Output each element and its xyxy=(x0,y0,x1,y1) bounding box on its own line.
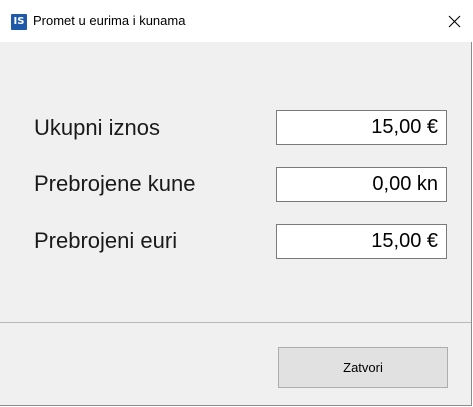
close-icon xyxy=(448,15,461,28)
prebrojene-kune-field[interactable]: 0,00 kn xyxy=(276,167,447,202)
ukupni-iznos-field[interactable]: 15,00 € xyxy=(276,110,447,145)
label-ukupni-iznos: Ukupni iznos xyxy=(34,115,160,140)
divider xyxy=(0,322,471,323)
label-prebrojeni-euri: Prebrojeni euri xyxy=(34,228,178,253)
close-window-button[interactable] xyxy=(432,0,472,42)
label-prebrojene-kune: Prebrojene kune xyxy=(34,171,196,196)
dialog-window: IS Promet u eurima i kunama Ukupni iznos… xyxy=(0,0,472,406)
zatvori-button[interactable]: Zatvori xyxy=(278,347,448,388)
window-title: Promet u eurima i kunama xyxy=(33,13,186,28)
title-bar: IS Promet u eurima i kunama xyxy=(0,0,472,42)
app-icon: IS xyxy=(11,14,27,30)
prebrojeni-euri-field[interactable]: 15,00 € xyxy=(276,224,447,259)
